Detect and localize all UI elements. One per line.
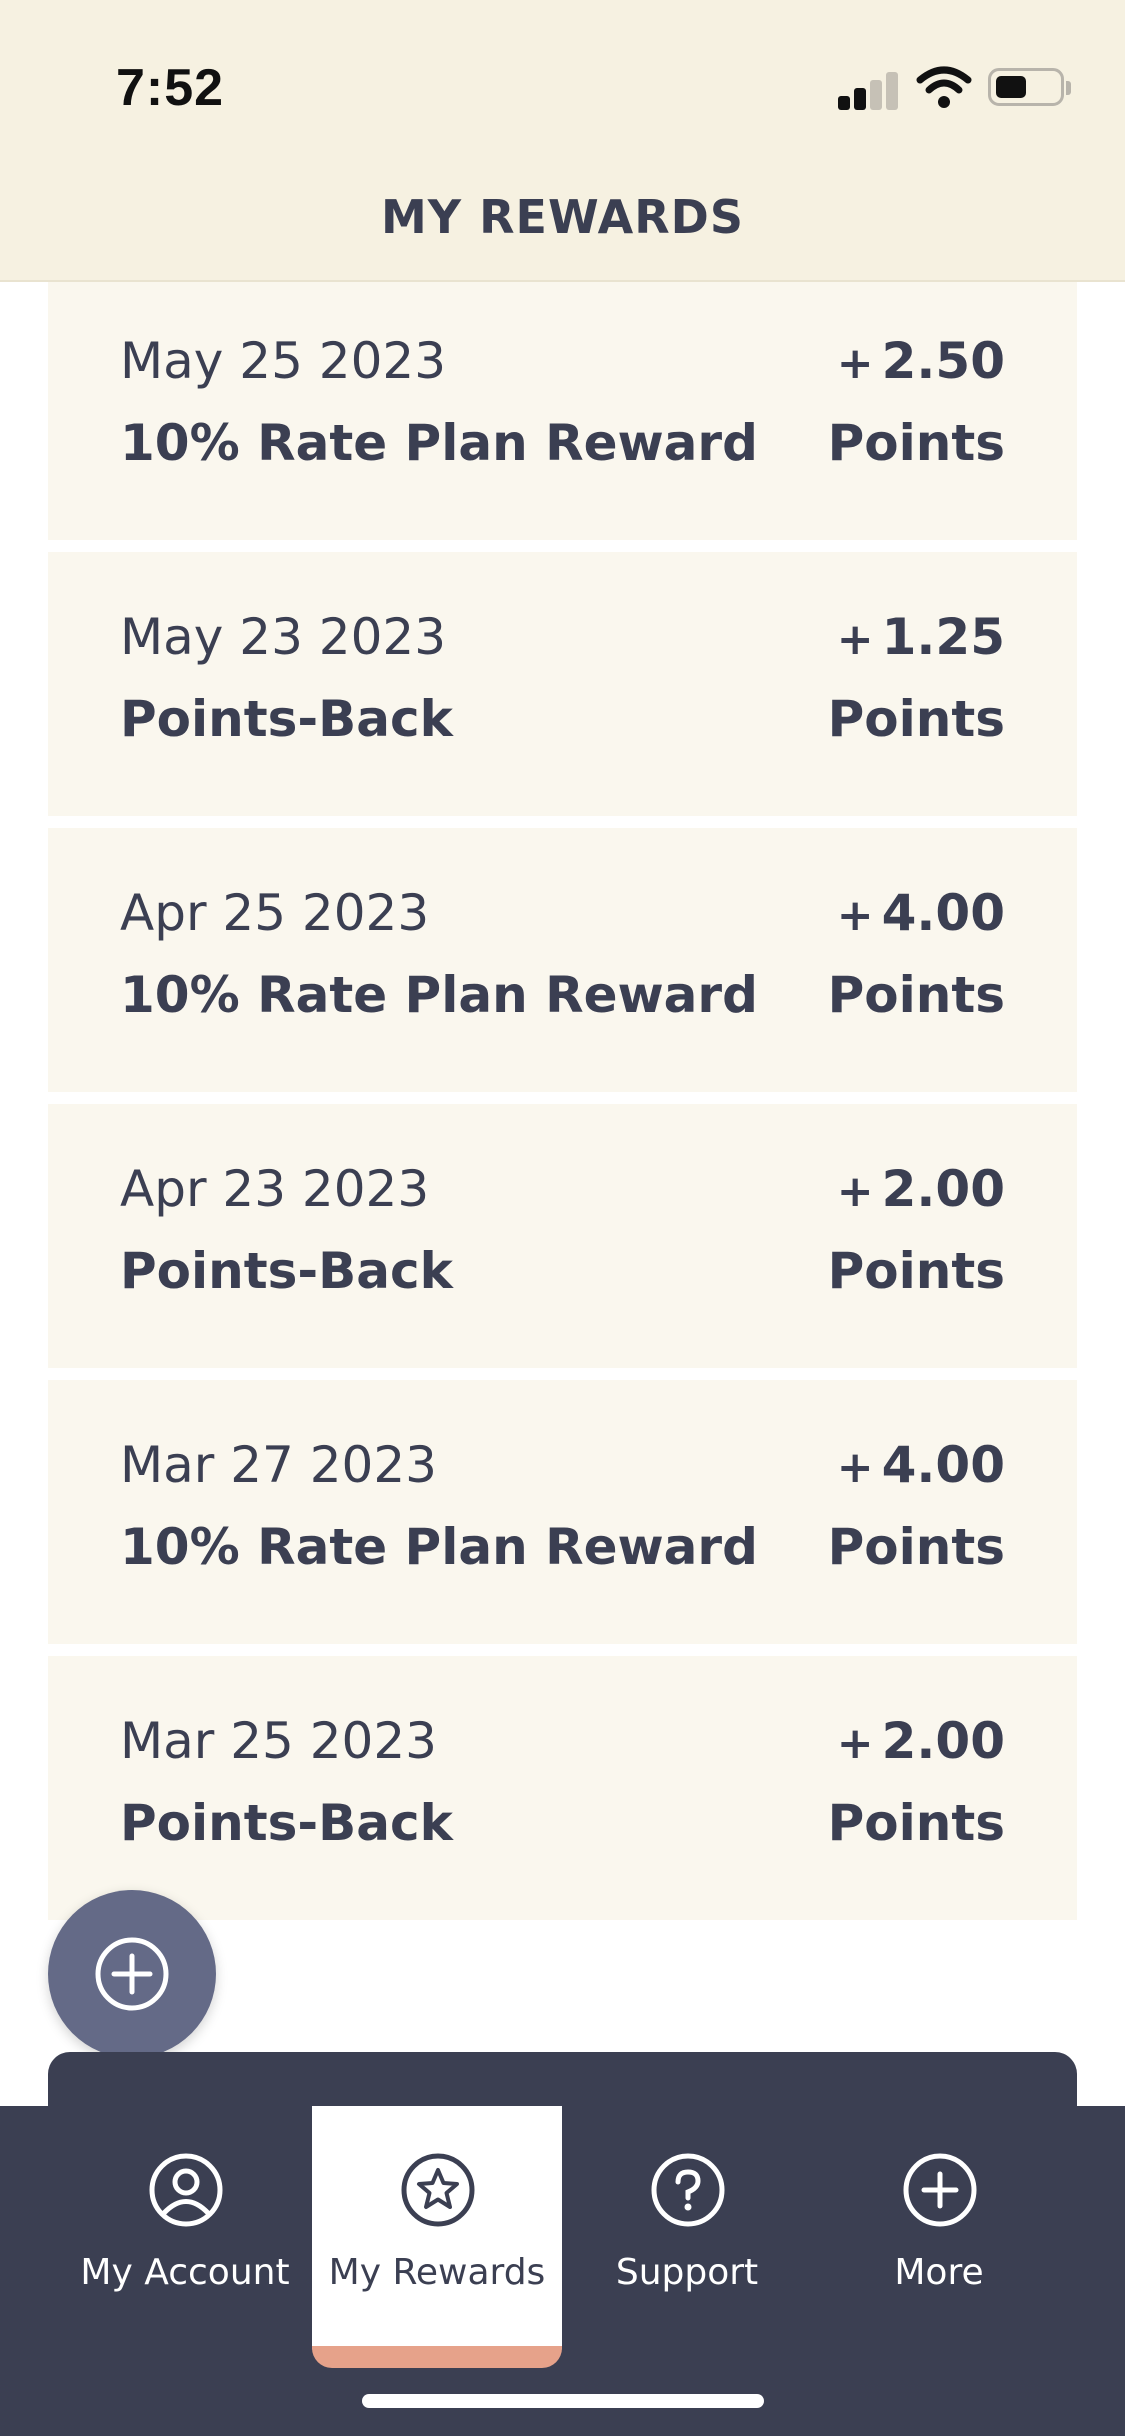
add-fab-button[interactable] <box>48 1890 216 2058</box>
tab-bar: My Account My Rewards Support More <box>0 2106 1125 2436</box>
reward-value: 4.00 <box>881 1436 1005 1494</box>
reward-value: 2.00 <box>881 1160 1005 1218</box>
status-time: 7:52 <box>116 59 225 117</box>
reward-unit: Points <box>827 1242 1005 1300</box>
reward-unit: Points <box>827 966 1005 1024</box>
page-title: MY REWARDS <box>381 190 744 244</box>
reward-item[interactable]: May 25 2023 10% Rate Plan Reward +2.50 P… <box>48 282 1077 540</box>
reward-date: Apr 23 2023 <box>120 1160 430 1218</box>
reward-unit: Points <box>827 1794 1005 1852</box>
home-indicator <box>362 2394 764 2408</box>
status-bar: 7:52 <box>0 0 1125 150</box>
reward-item[interactable]: Apr 25 2023 10% Rate Plan Reward +4.00 P… <box>48 828 1077 1092</box>
reward-sign: + <box>836 614 874 665</box>
tab-label: My Rewards <box>328 2252 546 2293</box>
tab-label: More <box>894 2252 984 2293</box>
reward-sign: + <box>836 890 874 941</box>
reward-name: Points-Back <box>120 690 453 748</box>
reward-date: May 25 2023 <box>120 332 447 390</box>
reward-value: 2.50 <box>881 332 1005 390</box>
reward-value: 1.25 <box>881 608 1005 666</box>
tab-my-account[interactable]: My Account <box>60 2106 310 2346</box>
reward-sign: + <box>836 1166 874 1217</box>
tab-label: Support <box>615 2252 759 2293</box>
reward-amount: +2.00 <box>837 1712 1005 1770</box>
reward-name: Points-Back <box>120 1794 453 1852</box>
reward-amount: +1.25 <box>837 608 1005 666</box>
user-circle-icon <box>149 2153 223 2227</box>
reward-unit: Points <box>827 1518 1005 1576</box>
reward-sign: + <box>836 1718 874 1769</box>
reward-item[interactable]: Apr 23 2023 Points-Back +2.00 Points <box>48 1104 1077 1368</box>
star-circle-icon <box>401 2153 475 2227</box>
reward-item[interactable]: May 23 2023 Points-Back +1.25 Points <box>48 552 1077 816</box>
nav-header: MY REWARDS <box>0 150 1125 282</box>
reward-item[interactable]: Mar 27 2023 10% Rate Plan Reward +4.00 P… <box>48 1380 1077 1644</box>
reward-sign: + <box>836 338 874 389</box>
reward-unit: Points <box>827 414 1005 472</box>
tab-more[interactable]: More <box>814 2106 1064 2346</box>
reward-value: 2.00 <box>881 1712 1005 1770</box>
tab-support[interactable]: Support <box>562 2106 812 2346</box>
question-circle-icon <box>651 2153 725 2227</box>
reward-amount: +4.00 <box>837 884 1005 942</box>
reward-sign: + <box>836 1442 874 1493</box>
reward-amount: +4.00 <box>837 1436 1005 1494</box>
reward-name: 10% Rate Plan Reward <box>120 966 758 1024</box>
reward-value: 4.00 <box>881 884 1005 942</box>
reward-date: Mar 25 2023 <box>120 1712 437 1770</box>
plus-circle-icon <box>95 1937 169 2011</box>
reward-name: Points-Back <box>120 1242 453 1300</box>
reward-date: Apr 25 2023 <box>120 884 430 942</box>
tab-label: My Account <box>80 2252 290 2293</box>
reward-amount: +2.00 <box>837 1160 1005 1218</box>
reward-item[interactable]: Mar 25 2023 Points-Back +2.00 Points <box>48 1656 1077 1920</box>
reward-unit: Points <box>827 690 1005 748</box>
reward-date: May 23 2023 <box>120 608 447 666</box>
plus-circle-icon <box>903 2153 977 2227</box>
reward-name: 10% Rate Plan Reward <box>120 414 758 472</box>
reward-name: 10% Rate Plan Reward <box>120 1518 758 1576</box>
battery-icon <box>988 68 1071 106</box>
reward-date: Mar 27 2023 <box>120 1436 437 1494</box>
tab-my-rewards[interactable]: My Rewards <box>312 2106 562 2368</box>
cellular-signal-icon <box>838 70 898 110</box>
wifi-icon <box>916 66 972 108</box>
reward-amount: +2.50 <box>837 332 1005 390</box>
rewards-list[interactable]: May 25 2023 10% Rate Plan Reward +2.50 P… <box>48 282 1077 1932</box>
